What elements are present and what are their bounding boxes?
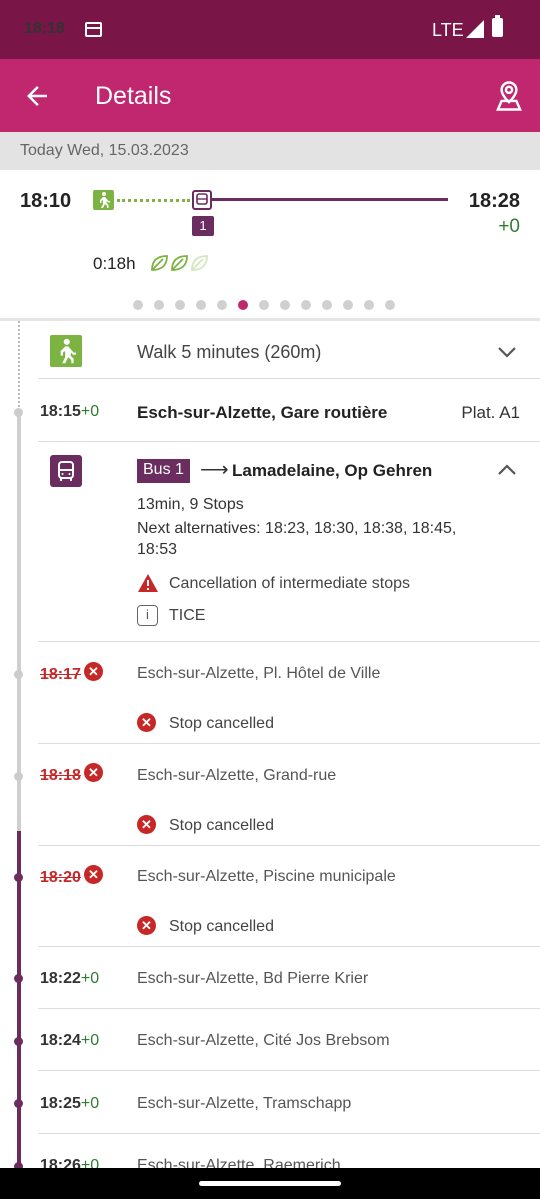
walk-icon — [93, 190, 114, 210]
chevron-down-icon[interactable] — [497, 345, 517, 359]
signal-icon — [466, 20, 484, 38]
back-arrow-icon[interactable] — [22, 81, 52, 111]
stop-cancelled: Stop cancelled — [169, 918, 274, 935]
line-badge: 1 — [192, 216, 214, 236]
warning-text: Cancellation of intermediate stops — [169, 575, 411, 592]
stop-name: Esch-sur-Alzette, Cité Jos Brebsom — [137, 1032, 390, 1049]
stop-time: 18:22+0 — [40, 970, 100, 987]
page-dot[interactable] — [196, 300, 206, 310]
page-dot[interactable] — [343, 300, 353, 310]
origin-time: 18:15+0 — [40, 403, 100, 420]
stop-time: 18:17 — [40, 666, 81, 683]
page-dot[interactable] — [175, 300, 185, 310]
walk-segment — [117, 199, 190, 202]
stop-time: 18:25+0 — [40, 1095, 100, 1112]
stop-name: Esch-sur-Alzette, Raemerich — [137, 1157, 341, 1168]
walk-icon — [50, 335, 82, 367]
page-dot[interactable] — [217, 300, 227, 310]
page-dot[interactable] — [301, 300, 311, 310]
cancel-icon: ✕ — [84, 662, 103, 681]
cancel-icon: ✕ — [84, 763, 103, 782]
cancelled-timeline — [17, 411, 21, 831]
walk-row[interactable]: Walk 5 minutes (260m) — [0, 321, 540, 379]
warning-icon — [138, 574, 158, 592]
origin-name: Esch-sur-Alzette, Gare routière — [137, 403, 388, 422]
navigation-bar — [0, 1168, 540, 1199]
page-dot[interactable] — [133, 300, 143, 310]
stop-cancelled: Stop cancelled — [169, 817, 274, 834]
page-dot[interactable] — [238, 300, 248, 310]
cancel-icon: ✕ — [137, 713, 156, 732]
departure-time: 18:10 — [20, 190, 72, 212]
stop-time: 18:24+0 — [40, 1032, 100, 1049]
stop-name: Esch-sur-Alzette, Piscine municipale — [137, 868, 396, 885]
direction-arrow-icon: ⟶ — [200, 459, 229, 481]
stop-time: 18:26+0 — [40, 1157, 100, 1168]
operator: TICE — [169, 607, 206, 624]
walk-label: Walk 5 minutes (260m) — [137, 342, 322, 362]
stop-name: Esch-sur-Alzette, Grand-rue — [137, 767, 337, 784]
chevron-up-icon[interactable] — [497, 463, 517, 477]
page-indicator[interactable] — [133, 297, 406, 310]
bus-segment — [212, 198, 448, 201]
page-dot[interactable] — [385, 300, 395, 310]
date-bar: Today Wed, 15.03.2023 — [0, 132, 540, 170]
next-alternatives: Next alternatives: 18:23, 18:30, 18:38, … — [137, 520, 457, 558]
arrival-delay: +0 — [498, 216, 520, 237]
bus-icon — [192, 190, 212, 210]
stop-name: Esch-sur-Alzette, Pl. Hôtel de Ville — [137, 665, 381, 682]
arrival-time: 18:28 — [468, 190, 520, 212]
trip-duration: 0:18h — [93, 254, 136, 273]
info-icon: i — [137, 605, 158, 626]
trip-summary[interactable]: 18:10 1 18:28 +0 0:18h — [0, 170, 540, 318]
platform: Plat. A1 — [461, 403, 520, 422]
trip-details-list[interactable]: Walk 5 minutes (260m) 18:15+0 Esch-sur-A… — [0, 318, 540, 1168]
duration-stops: 13min, 9 Stops — [137, 496, 244, 513]
network-type: LTE — [432, 20, 464, 40]
calendar-icon — [85, 22, 102, 37]
home-indicator[interactable] — [199, 1181, 341, 1186]
app-bar: Details — [0, 59, 540, 132]
page-dot[interactable] — [322, 300, 332, 310]
stop-name: Esch-sur-Alzette, Bd Pierre Krier — [137, 970, 369, 987]
page-dot[interactable] — [280, 300, 290, 310]
bus-direction: Lamadelaine, Op Gehren — [232, 461, 433, 480]
timeline-dot — [14, 408, 23, 417]
stop-time: 18:18 — [40, 767, 81, 784]
cancel-icon: ✕ — [137, 815, 156, 834]
bus-icon — [50, 455, 82, 487]
eco-leaf-icon — [151, 255, 208, 271]
cancel-icon: ✕ — [84, 865, 103, 884]
page-dot[interactable] — [154, 300, 164, 310]
stop-cancelled: Stop cancelled — [169, 715, 274, 732]
status-bar: 18:18 LTE — [0, 0, 540, 59]
status-time: 18:18 — [24, 20, 65, 37]
cancel-icon: ✕ — [137, 916, 156, 935]
map-pin-icon[interactable] — [494, 80, 524, 112]
page-dot[interactable] — [364, 300, 374, 310]
stop-name: Esch-sur-Alzette, Tramschapp — [137, 1095, 352, 1112]
page-title: Details — [95, 82, 172, 110]
bus-line-badge: Bus 1 — [137, 459, 190, 483]
page-dot[interactable] — [259, 300, 269, 310]
stop-time: 18:20 — [40, 869, 81, 886]
battery-icon — [492, 15, 503, 37]
